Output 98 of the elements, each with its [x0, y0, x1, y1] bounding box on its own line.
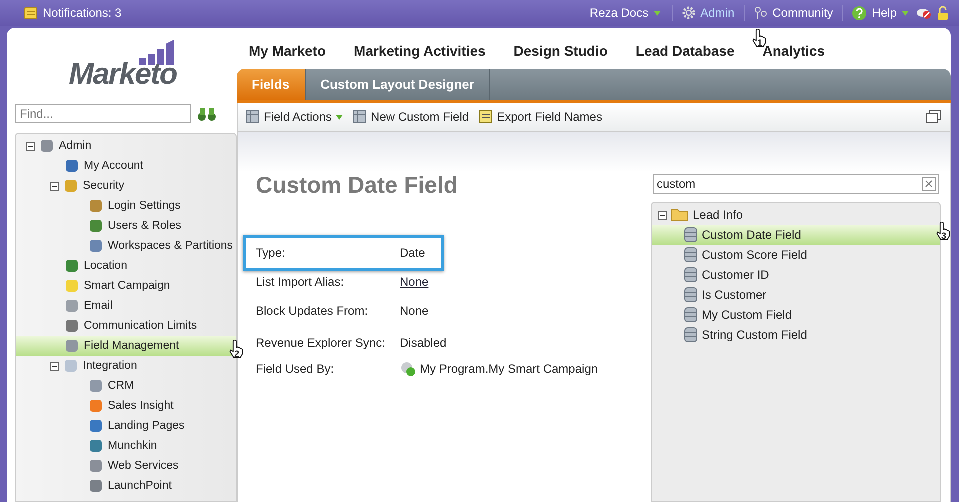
item-icon: [88, 198, 104, 214]
item-icon: [88, 218, 104, 234]
tree-item[interactable]: Email: [16, 296, 236, 316]
tree-item[interactable]: Munchkin: [16, 436, 236, 456]
grid-icon: [353, 110, 368, 124]
tab[interactable]: Custom Layout Designer: [306, 69, 490, 100]
tree-item[interactable]: Field Management: [16, 336, 236, 356]
note-icon: [24, 6, 38, 20]
item-icon: [63, 358, 79, 374]
property-label: Block Updates From:: [256, 304, 370, 318]
database-icon: [684, 247, 698, 263]
tree-item[interactable]: My Account: [16, 156, 236, 176]
binoculars-icon[interactable]: [197, 106, 217, 122]
database-icon: [684, 327, 698, 343]
property-link[interactable]: None: [400, 275, 429, 289]
tree-item[interactable]: Custom Score Field: [652, 245, 940, 265]
top-bar-link[interactable]: Reza Docs: [590, 6, 649, 20]
tree-item[interactable]: Communication Limits: [16, 316, 236, 336]
tree-item[interactable]: Sales Insight: [16, 396, 236, 416]
toolbar-button[interactable]: Export Field Names: [479, 110, 602, 124]
tree-item[interactable]: CRM: [16, 376, 236, 396]
property-label: Revenue Explorer Sync:: [256, 336, 386, 350]
notifications-link[interactable]: Notifications: 3: [43, 6, 122, 20]
clear-icon[interactable]: [922, 177, 936, 191]
tree-item[interactable]: Lead Info: [652, 205, 940, 225]
database-icon: [684, 227, 698, 243]
tree-item[interactable]: Web Services: [16, 456, 236, 476]
collapse-icon[interactable]: [26, 142, 35, 150]
find-field[interactable]: Find...: [15, 104, 191, 123]
nav-tab[interactable]: Lead Database: [636, 42, 735, 58]
item-icon: [88, 238, 104, 254]
tree-item[interactable]: Smart Campaign: [16, 276, 236, 296]
nav-tab[interactable]: Design Studio: [514, 42, 608, 58]
item-icon: [64, 278, 80, 294]
toolbar-button[interactable]: Field Actions: [246, 110, 344, 124]
item-icon: [88, 418, 104, 434]
item-icon: [88, 378, 104, 394]
search-field[interactable]: custom: [653, 174, 939, 194]
logo: Marketo: [68, 60, 177, 90]
nav-tab[interactable]: Analytics: [762, 42, 825, 58]
tree-item[interactable]: Admin: [16, 136, 236, 156]
property-value: None: [400, 304, 429, 318]
collapse-icon[interactable]: [50, 362, 59, 370]
item-icon: [64, 298, 80, 314]
database-icon: [684, 287, 698, 303]
grid-icon: [246, 110, 260, 124]
block-icon[interactable]: [916, 6, 932, 20]
tree-item[interactable]: My Custom Field: [652, 305, 940, 325]
tree-item[interactable]: Users & Roles: [16, 216, 236, 236]
property-label: List Import Alias:: [256, 275, 346, 289]
nav-tab[interactable]: My Marketo: [249, 42, 326, 58]
caret-icon: [654, 10, 661, 16]
tree-item[interactable]: Is Customer: [652, 285, 940, 305]
collapse-icon[interactable]: [658, 210, 667, 220]
top-bar-link[interactable]: Community: [772, 6, 834, 20]
campaign-icon: [400, 361, 416, 377]
property-value: Disabled: [400, 336, 447, 350]
folder-icon: [671, 208, 689, 222]
item-icon: [88, 398, 104, 414]
caret-icon: [902, 10, 909, 16]
item-icon: [64, 318, 80, 334]
tree-item[interactable]: Security: [16, 176, 236, 196]
top-bar-link[interactable]: Help: [872, 6, 897, 20]
list-icon: [479, 110, 494, 124]
item-icon: [88, 458, 104, 474]
help-icon: [852, 6, 868, 20]
tree-item[interactable]: String Custom Field: [652, 325, 940, 345]
property-value: Date: [400, 246, 426, 260]
item-icon: [63, 178, 79, 194]
top-bar-link[interactable]: Admin: [700, 6, 735, 20]
gear-icon: [682, 6, 696, 20]
item-icon: [64, 258, 80, 274]
item-icon: [64, 158, 80, 174]
property-label: Type:: [256, 246, 286, 260]
tree-item[interactable]: Login Settings: [16, 196, 236, 216]
item-icon: [64, 338, 80, 354]
item-icon: [88, 478, 104, 494]
collapse-icon[interactable]: [50, 182, 59, 190]
property-value: My Program.My Smart Campaign: [420, 362, 598, 376]
tree-item[interactable]: Custom Date Field: [652, 225, 940, 245]
database-icon: [684, 267, 698, 283]
field-title: Custom Date Field: [256, 172, 459, 199]
lock-icon[interactable]: [937, 6, 949, 20]
tree-item[interactable]: Workspaces & Partitions: [16, 236, 236, 256]
caret-icon: [336, 114, 344, 120]
item-icon: [88, 438, 104, 454]
toolbar-button[interactable]: New Custom Field: [353, 110, 470, 124]
database-icon: [684, 307, 698, 323]
tree-item[interactable]: Location: [16, 256, 236, 276]
windows-icon[interactable]: [926, 110, 942, 124]
nav-tab[interactable]: Marketing Activities: [354, 42, 486, 58]
item-icon: [39, 138, 55, 154]
tree-item[interactable]: Customer ID: [652, 265, 940, 285]
tree-item[interactable]: Integration: [16, 356, 236, 376]
tree-item[interactable]: LaunchPoint: [16, 476, 236, 496]
property-label: Field Used By:: [256, 362, 336, 376]
tree-item[interactable]: Landing Pages: [16, 416, 236, 436]
people-icon: [754, 6, 768, 20]
